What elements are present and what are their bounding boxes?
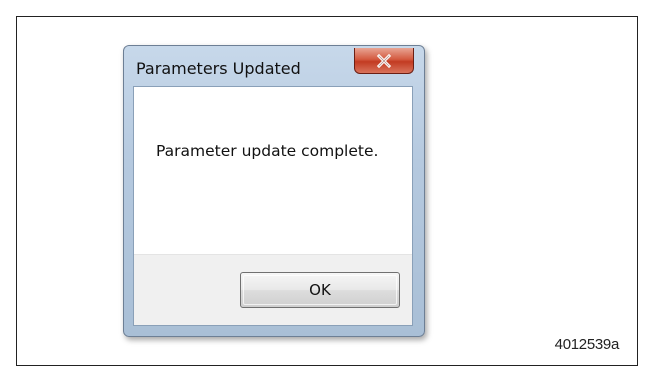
title-bar[interactable]: Parameters Updated: [124, 46, 424, 86]
close-button[interactable]: [354, 48, 414, 74]
figure-frame: Parameters Updated Parameter update comp…: [16, 16, 638, 366]
dialog-title: Parameters Updated: [136, 59, 301, 78]
dialog-window: Parameters Updated Parameter update comp…: [123, 45, 425, 337]
dialog-message: Parameter update complete.: [156, 142, 379, 160]
close-icon: [376, 53, 392, 68]
dialog-content: Parameter update complete. OK: [133, 86, 413, 326]
figure-id-label: 4012539a: [554, 336, 620, 353]
dialog-button-bar: OK: [134, 254, 412, 325]
ok-button[interactable]: OK: [240, 272, 400, 308]
